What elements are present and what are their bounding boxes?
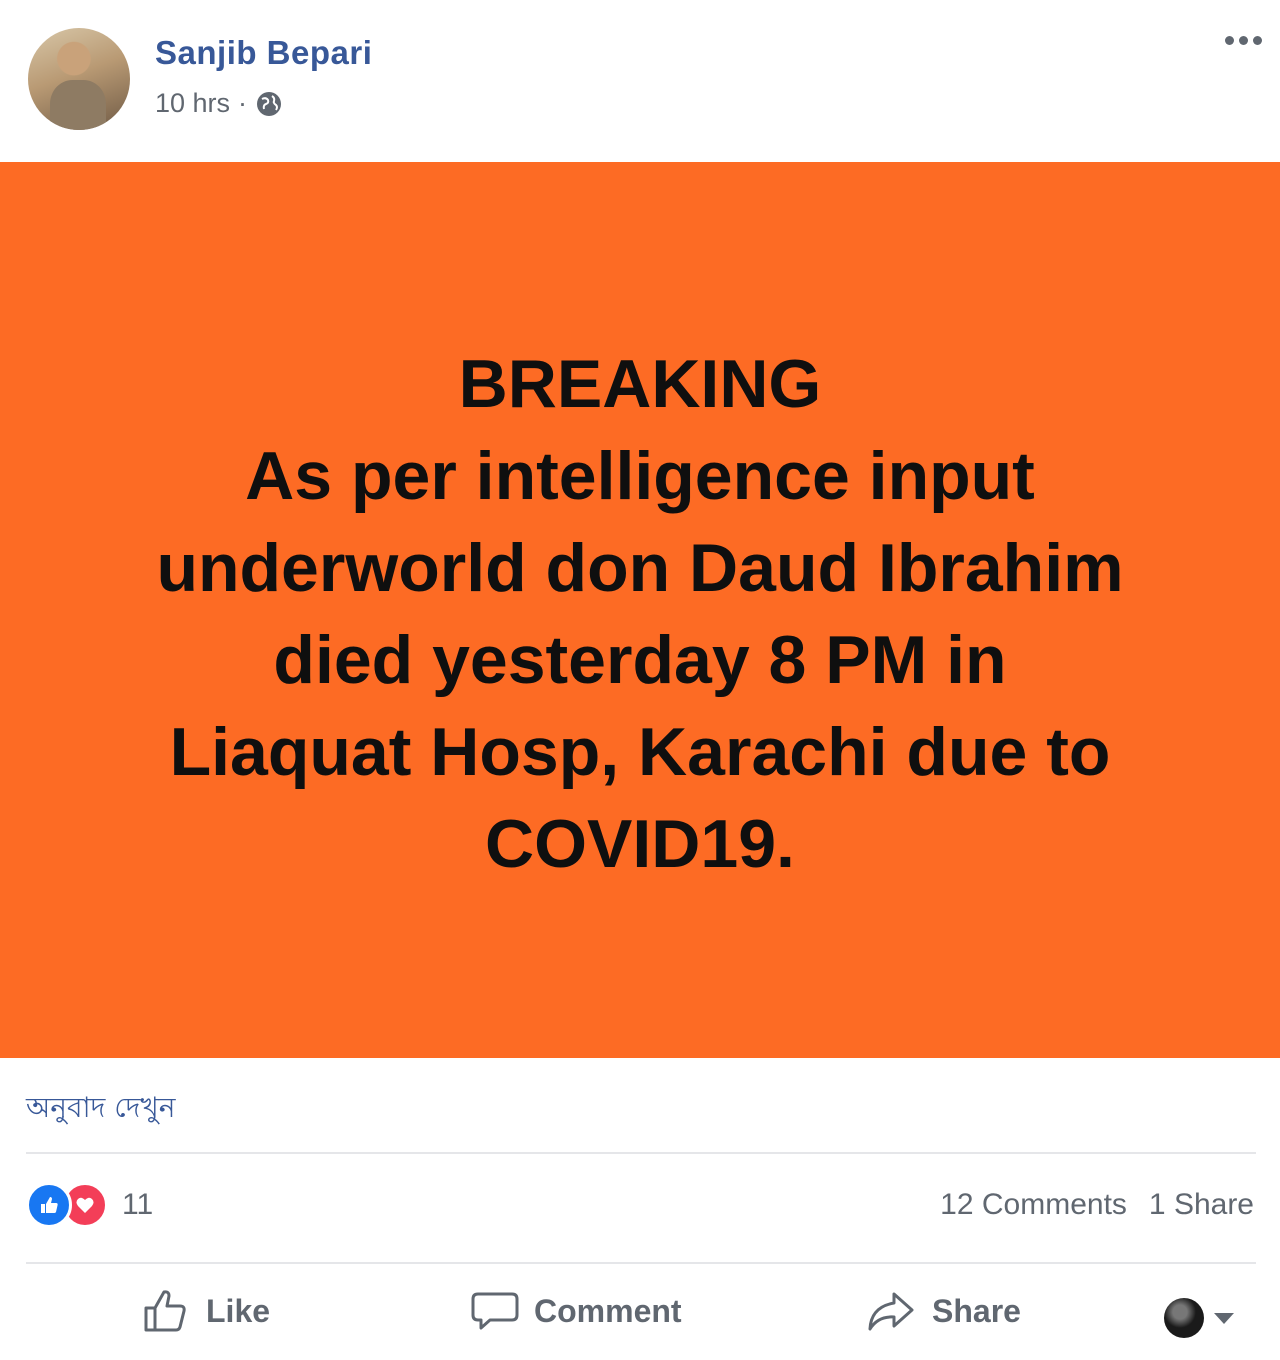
more-dot — [1239, 36, 1248, 45]
more-dot — [1253, 36, 1262, 45]
globe-icon[interactable] — [255, 90, 283, 118]
post-image-banner[interactable]: BREAKING As per intelligence input under… — [0, 162, 1280, 1058]
chevron-down-icon — [1214, 1312, 1234, 1324]
divider — [26, 1262, 1256, 1264]
like-button[interactable]: Like — [142, 1286, 270, 1336]
share-label: Share — [932, 1292, 1021, 1329]
share-arrow-icon — [868, 1292, 914, 1331]
see-translation-link[interactable]: অনুবাদ দেখুন — [26, 1086, 175, 1133]
banner-line: died yesterday 8 PM in — [273, 622, 1007, 698]
comment-label: Comment — [534, 1292, 682, 1329]
avatar[interactable] — [28, 28, 130, 130]
comment-button[interactable]: Comment — [470, 1286, 682, 1336]
like-label: Like — [206, 1292, 271, 1329]
reactions-summary[interactable]: 11 — [26, 1182, 153, 1228]
meta-separator: · — [238, 88, 248, 118]
post-time[interactable]: 10 hrs — [155, 88, 230, 119]
avatar-figure — [50, 80, 106, 130]
engagement-counts: 12 Comments 1 Share — [940, 1188, 1254, 1222]
comment-bubble-icon — [471, 1292, 519, 1330]
shares-count[interactable]: 1 Share — [1149, 1188, 1254, 1222]
comments-count[interactable]: 12 Comments — [940, 1188, 1127, 1222]
reaction-count: 11 — [122, 1188, 154, 1221]
like-reaction-icon — [26, 1182, 72, 1228]
audience-selector[interactable] — [1164, 1298, 1234, 1338]
author-name[interactable]: Sanjib Bepari — [155, 34, 372, 72]
more-dot — [1225, 36, 1234, 45]
banner-line: underworld don Daud Ibrahim — [156, 530, 1124, 606]
banner-line: Liaquat Hosp, Karachi due to — [169, 714, 1111, 790]
action-bar: Like Comment Share — [0, 1268, 1280, 1360]
banner-line: COVID19. — [485, 806, 795, 882]
post-header: Sanjib Bepari 10 hrs · — [0, 0, 1280, 162]
banner-line: BREAKING — [458, 346, 822, 422]
banner-line: As per intelligence input — [245, 438, 1035, 514]
thumbs-up-icon — [144, 1290, 186, 1332]
post-meta: 10 hrs · — [155, 88, 283, 119]
divider — [26, 1152, 1256, 1154]
more-options-icon[interactable] — [1225, 36, 1262, 45]
share-button[interactable]: Share — [866, 1286, 1021, 1336]
profile-avatar-icon — [1164, 1298, 1204, 1338]
banner-text: BREAKING As per intelligence input under… — [156, 338, 1123, 890]
